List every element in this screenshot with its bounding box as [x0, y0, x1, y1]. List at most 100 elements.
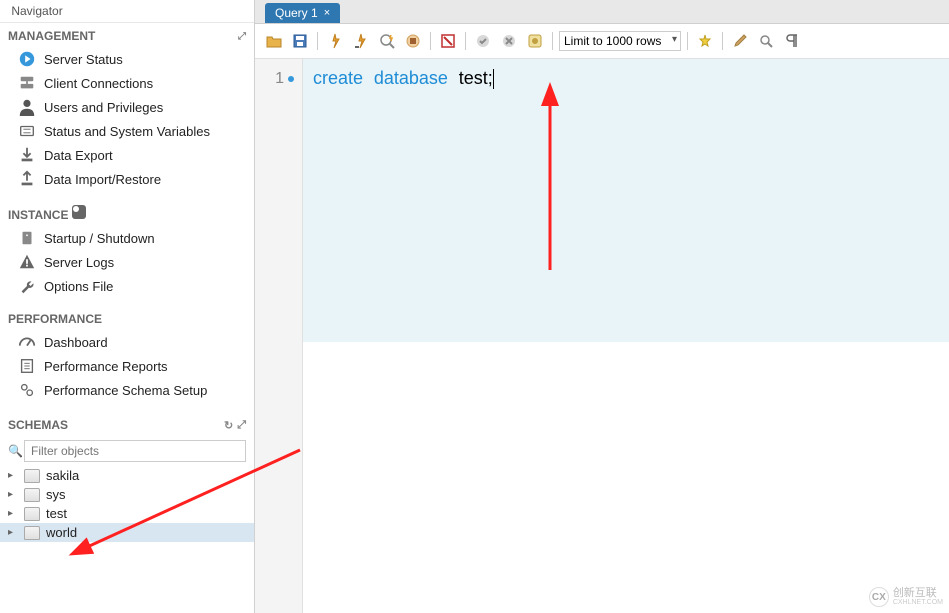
beautify-icon[interactable] — [694, 30, 716, 52]
nav-item-label: Performance Reports — [44, 359, 168, 374]
watermark-sub: CXHLNET.COM — [893, 599, 943, 606]
user-icon — [18, 98, 36, 116]
nav-performance-schema[interactable]: Performance Schema Setup — [0, 378, 254, 402]
limit-select[interactable]: Limit to 1000 rows — [559, 31, 681, 51]
watermark: CX 创新互联 CXHLNET.COM — [869, 587, 943, 607]
management-header-label: MANAGEMENT — [8, 29, 95, 43]
commit-icon[interactable] — [472, 30, 494, 52]
editor-gutter: 1 — [255, 59, 303, 613]
schema-name: world — [46, 525, 77, 540]
navigator-panel: Navigator MANAGEMENT ⤢ Server Status Cli… — [0, 0, 255, 613]
line-number: 1 — [255, 65, 302, 92]
database-icon — [24, 526, 42, 540]
autocommit-icon[interactable] — [524, 30, 546, 52]
save-icon[interactable] — [289, 30, 311, 52]
nav-data-import[interactable]: Data Import/Restore — [0, 167, 254, 191]
navigator-title-label: Navigator — [11, 4, 62, 18]
watermark-icon: CX — [869, 587, 889, 607]
toggle-limit-icon[interactable] — [437, 30, 459, 52]
keyword: database — [374, 68, 448, 88]
connections-icon — [18, 74, 36, 92]
execute-icon[interactable] — [324, 30, 346, 52]
tab-bar: Query 1 × — [255, 0, 949, 24]
chevron-right-icon: ▸ — [8, 527, 20, 538]
watermark-brand: 创新互联 — [893, 588, 943, 599]
refresh-icon[interactable]: ↻ — [224, 419, 233, 432]
brush-icon[interactable] — [729, 30, 751, 52]
nav-server-status[interactable]: Server Status — [0, 47, 254, 71]
editor-toolbar: Limit to 1000 rows — [255, 24, 949, 59]
tab-query1[interactable]: Query 1 × — [265, 3, 340, 23]
nav-item-label: Data Import/Restore — [44, 172, 161, 187]
chevron-right-icon: ▸ — [8, 470, 20, 481]
schemas-header-label: SCHEMAS — [8, 418, 68, 432]
expand-icon[interactable]: ⤢ — [238, 31, 246, 42]
limit-select-wrap[interactable]: Limit to 1000 rows — [559, 31, 681, 51]
gauge-icon — [18, 333, 36, 351]
schema-name: test — [46, 506, 67, 521]
nav-performance-reports[interactable]: Performance Reports — [0, 354, 254, 378]
reports-icon — [18, 357, 36, 375]
gears-icon — [18, 381, 36, 399]
nav-item-label: Performance Schema Setup — [44, 383, 207, 398]
wrench-icon — [18, 277, 36, 295]
management-header: MANAGEMENT ⤢ — [0, 23, 254, 47]
schema-item-world[interactable]: ▸ world — [0, 523, 254, 542]
export-icon — [18, 146, 36, 164]
paragraph-icon[interactable] — [781, 30, 803, 52]
schema-item-sakila[interactable]: ▸ sakila — [0, 466, 254, 485]
nav-item-label: Server Logs — [44, 255, 114, 270]
nav-client-connections[interactable]: Client Connections — [0, 71, 254, 95]
navigator-title: Navigator — [0, 0, 254, 23]
nav-item-label: Data Export — [44, 148, 113, 163]
nav-item-label: Status and System Variables — [44, 124, 210, 139]
find-icon[interactable] — [755, 30, 777, 52]
database-icon — [24, 488, 42, 502]
database-icon — [24, 507, 42, 521]
schema-item-sys[interactable]: ▸ sys — [0, 485, 254, 504]
close-icon[interactable]: × — [324, 7, 330, 19]
nav-dashboard[interactable]: Dashboard — [0, 330, 254, 354]
nav-startup-shutdown[interactable]: Startup / Shutdown — [0, 226, 254, 250]
statement-dot-icon — [288, 76, 294, 82]
warning-icon — [18, 253, 36, 271]
schema-name: sakila — [46, 468, 79, 483]
nav-item-label: Users and Privileges — [44, 100, 163, 115]
rollback-icon[interactable] — [498, 30, 520, 52]
text-cursor — [493, 69, 494, 89]
tab-label: Query 1 — [275, 6, 318, 20]
nav-item-label: Server Status — [44, 52, 123, 67]
execute-current-icon[interactable] — [350, 30, 372, 52]
nav-server-logs[interactable]: Server Logs — [0, 250, 254, 274]
nav-options-file[interactable]: Options File — [0, 274, 254, 298]
identifier: test; — [459, 68, 493, 88]
nav-data-export[interactable]: Data Export — [0, 143, 254, 167]
open-icon[interactable] — [263, 30, 285, 52]
database-icon — [24, 469, 42, 483]
nav-item-label: Dashboard — [44, 335, 108, 350]
chevron-right-icon: ▸ — [8, 489, 20, 500]
sql-editor[interactable]: 1 create database test; — [255, 59, 949, 613]
schema-filter-row: 🔍 — [0, 436, 254, 466]
play-circle-icon — [18, 50, 36, 68]
nav-status-variables[interactable]: Status and System Variables — [0, 119, 254, 143]
nav-item-label: Client Connections — [44, 76, 153, 91]
code-line[interactable]: create database test; — [303, 59, 949, 342]
schemas-header: SCHEMAS ↻ ⤢ — [0, 412, 254, 436]
chevron-right-icon: ▸ — [8, 508, 20, 519]
schema-item-test[interactable]: ▸ test — [0, 504, 254, 523]
variables-icon — [18, 122, 36, 140]
schema-filter-input[interactable] — [24, 440, 246, 462]
explain-icon[interactable] — [376, 30, 398, 52]
nav-item-label: Startup / Shutdown — [44, 231, 155, 246]
expand-icon[interactable]: ⤢ — [237, 419, 246, 432]
performance-header: PERFORMANCE — [0, 306, 254, 330]
server-icon — [18, 229, 36, 247]
instance-header-label: INSTANCE — [8, 208, 68, 222]
nav-users-privileges[interactable]: Users and Privileges — [0, 95, 254, 119]
search-icon: 🔍 — [8, 444, 20, 458]
stop-icon[interactable] — [402, 30, 424, 52]
import-icon — [18, 170, 36, 188]
nav-item-label: Options File — [44, 279, 113, 294]
instance-icon — [72, 205, 86, 219]
